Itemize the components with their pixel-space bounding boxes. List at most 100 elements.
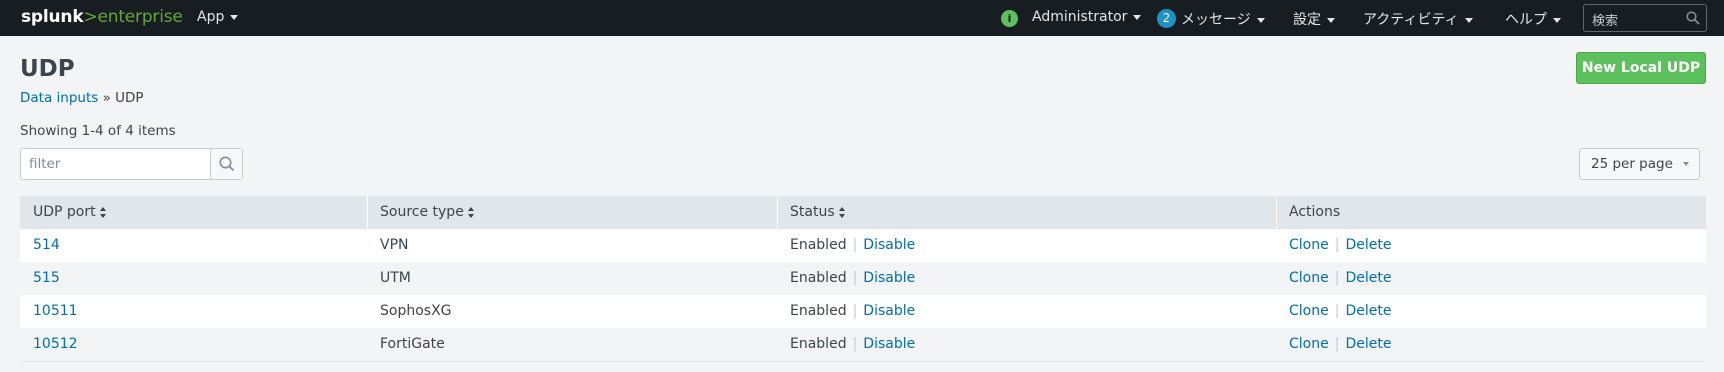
global-search-input[interactable]: 検索 xyxy=(1583,4,1707,32)
column-divider xyxy=(1276,196,1277,229)
divider: | xyxy=(1334,303,1340,319)
table-bottom-border xyxy=(20,361,1706,362)
chevron-down-icon xyxy=(1682,162,1689,166)
app-menu[interactable]: App xyxy=(197,9,239,25)
delete-link[interactable]: Delete xyxy=(1345,336,1391,352)
settings-menu-label: 設定 xyxy=(1293,12,1321,28)
sort-icon xyxy=(99,206,107,218)
sort-icon xyxy=(467,206,475,218)
column-header-actions: Actions xyxy=(1289,204,1341,220)
udp-inputs-table: UDP port Source type Status Actions 514 … xyxy=(20,196,1706,361)
breadcrumb-current: UDP xyxy=(115,90,144,106)
settings-menu[interactable]: 設定 xyxy=(1293,9,1335,29)
status-value: Enabled xyxy=(790,303,847,319)
new-local-udp-button[interactable]: New Local UDP xyxy=(1576,52,1706,84)
divider: | xyxy=(1334,336,1340,352)
search-icon xyxy=(1686,11,1700,25)
status-value: Enabled xyxy=(790,336,847,352)
chevron-down-icon xyxy=(1133,14,1142,20)
help-menu[interactable]: ヘルプ xyxy=(1505,9,1561,29)
user-menu[interactable]: Administrator xyxy=(1032,9,1142,25)
udp-port-link[interactable]: 515 xyxy=(33,262,60,295)
search-icon xyxy=(219,156,235,172)
breadcrumb-separator: » xyxy=(98,90,116,106)
divider: | xyxy=(852,303,858,319)
divider: | xyxy=(852,336,858,352)
source-type-value: VPN xyxy=(380,237,409,253)
delete-link[interactable]: Delete xyxy=(1345,270,1391,286)
disable-link[interactable]: Disable xyxy=(863,336,915,352)
page-title: UDP xyxy=(20,56,75,82)
source-type-value: FortiGate xyxy=(380,336,445,352)
messages-menu[interactable]: メッセージ xyxy=(1181,9,1265,29)
udp-port-link[interactable]: 10512 xyxy=(33,328,78,361)
sort-icon xyxy=(838,206,846,218)
column-header-udp-port[interactable]: UDP port xyxy=(33,196,107,229)
filter-input[interactable] xyxy=(21,149,211,179)
divider: | xyxy=(1334,270,1340,286)
logo-splunk: splunk xyxy=(21,7,84,27)
delete-link[interactable]: Delete xyxy=(1345,303,1391,319)
status-cell: Enabled | Disable xyxy=(790,262,915,295)
chevron-down-icon xyxy=(1256,17,1265,23)
table-header-row: UDP port Source type Status Actions xyxy=(20,196,1706,229)
messages-menu-label: メッセージ xyxy=(1181,12,1251,28)
source-type-value: SophosXG xyxy=(380,303,452,319)
top-nav-bar: splunk>enterprise App i Administrator 2 … xyxy=(0,0,1724,36)
messages-count-badge: 2 xyxy=(1157,9,1176,28)
table-row: 515 UTM Enabled | Disable Clone | Delete xyxy=(20,262,1706,295)
table-row: 10512 FortiGate Enabled | Disable Clone | De… xyxy=(20,328,1706,361)
logo-enterprise: >enterprise xyxy=(83,7,183,27)
item-count-text: Showing 1-4 of 4 items xyxy=(20,123,176,139)
column-header-label: Source type xyxy=(380,204,464,220)
chevron-down-icon xyxy=(1553,17,1561,23)
splunk-logo[interactable]: splunk>enterprise xyxy=(21,7,183,27)
help-menu-label: ヘルプ xyxy=(1505,12,1547,28)
column-divider xyxy=(777,196,778,229)
breadcrumb: Data inputs » UDP xyxy=(20,90,144,106)
table-row: 514 VPN Enabled | Disable Clone | Delete xyxy=(20,229,1706,262)
divider: | xyxy=(1334,237,1340,253)
activity-menu-label: アクティビティ xyxy=(1363,12,1459,28)
column-header-label: UDP port xyxy=(33,204,96,220)
filter-search-button[interactable] xyxy=(210,149,242,179)
disable-link[interactable]: Disable xyxy=(863,237,915,253)
per-page-select[interactable]: 25 per page xyxy=(1579,148,1700,180)
column-header-status[interactable]: Status xyxy=(790,196,846,229)
per-page-label: 25 per page xyxy=(1591,156,1673,172)
activity-menu[interactable]: アクティビティ xyxy=(1363,9,1473,29)
divider: | xyxy=(852,237,858,253)
table-row: 10511 SophosXG Enabled | Disable Clone | Del… xyxy=(20,295,1706,328)
breadcrumb-data-inputs-link[interactable]: Data inputs xyxy=(20,90,98,106)
status-cell: Enabled | Disable xyxy=(790,328,915,361)
filter-box xyxy=(20,148,243,180)
clone-link[interactable]: Clone xyxy=(1289,237,1329,253)
actions-cell: Clone | Delete xyxy=(1289,295,1391,328)
status-value: Enabled xyxy=(790,237,847,253)
udp-port-link[interactable]: 514 xyxy=(33,229,60,262)
info-icon: i xyxy=(1001,10,1018,27)
status-cell: Enabled | Disable xyxy=(790,295,915,328)
clone-link[interactable]: Clone xyxy=(1289,270,1329,286)
actions-cell: Clone | Delete xyxy=(1289,262,1391,295)
search-placeholder: 検索 xyxy=(1592,14,1619,29)
udp-port-link[interactable]: 10511 xyxy=(33,295,78,328)
chevron-down-icon xyxy=(1327,17,1335,23)
column-divider xyxy=(367,196,368,229)
delete-link[interactable]: Delete xyxy=(1345,237,1391,253)
chevron-down-icon xyxy=(1464,17,1473,23)
disable-link[interactable]: Disable xyxy=(863,303,915,319)
chevron-down-icon xyxy=(230,14,239,20)
column-header-source-type[interactable]: Source type xyxy=(380,196,475,229)
status-value: Enabled xyxy=(790,270,847,286)
clone-link[interactable]: Clone xyxy=(1289,303,1329,319)
disable-link[interactable]: Disable xyxy=(863,270,915,286)
clone-link[interactable]: Clone xyxy=(1289,336,1329,352)
app-menu-label: App xyxy=(197,9,225,25)
source-type-value: UTM xyxy=(380,270,411,286)
actions-cell: Clone | Delete xyxy=(1289,328,1391,361)
user-menu-label: Administrator xyxy=(1032,9,1128,25)
status-cell: Enabled | Disable xyxy=(790,229,915,262)
divider: | xyxy=(852,270,858,286)
actions-cell: Clone | Delete xyxy=(1289,229,1391,262)
